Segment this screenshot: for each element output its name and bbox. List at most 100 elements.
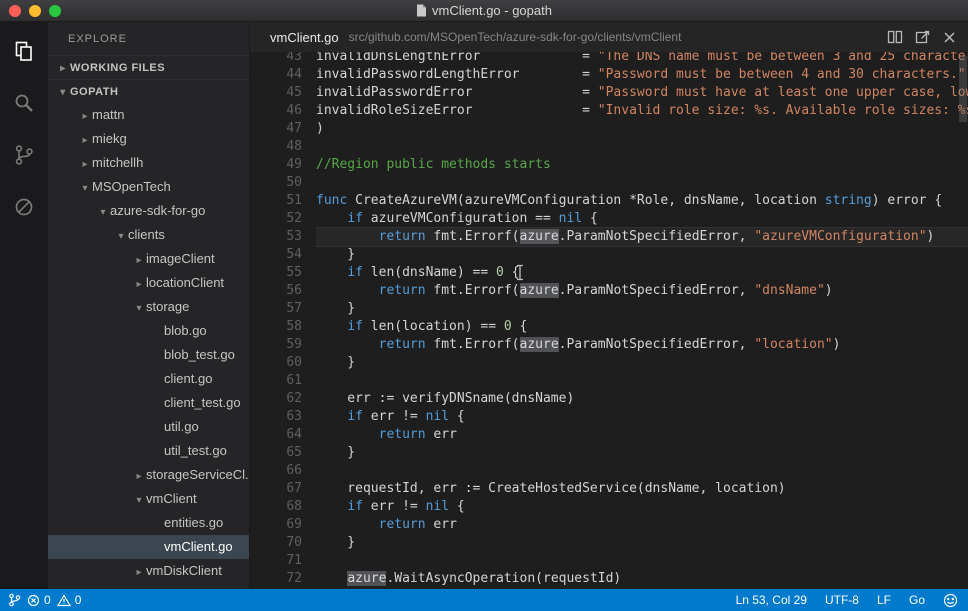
working-files-section-header[interactable]: ▸WORKING FILES (48, 55, 249, 79)
line-number[interactable]: 52 (250, 210, 316, 228)
code-line[interactable]: 51func CreateAzureVM(azureVMConfiguratio… (250, 192, 968, 210)
code-line[interactable]: 43invalidDnsLengthError = "The DNS name … (250, 52, 968, 66)
open-preview-button[interactable] (915, 29, 931, 45)
line-number[interactable]: 63 (250, 408, 316, 426)
line-number[interactable]: 47 (250, 120, 316, 138)
folder-item[interactable]: ▸mattn (48, 103, 249, 127)
file-item[interactable]: vmClient.go (48, 535, 249, 559)
line-number[interactable]: 67 (250, 480, 316, 498)
line-number[interactable]: 65 (250, 444, 316, 462)
folder-item[interactable]: ▸locationClient (48, 271, 249, 295)
code-line[interactable]: 58 if len(location) == 0 { (250, 318, 968, 336)
line-number[interactable]: 48 (250, 138, 316, 156)
folder-item[interactable]: ▸core (48, 583, 249, 589)
code-line[interactable]: 65 } (250, 444, 968, 462)
line-number[interactable]: 58 (250, 318, 316, 336)
code-line[interactable]: 67 requestId, err := CreateHostedService… (250, 480, 968, 498)
line-number[interactable]: 60 (250, 354, 316, 372)
line-number[interactable]: 44 (250, 66, 316, 84)
split-editor-button[interactable] (887, 29, 903, 45)
activity-explorer-button[interactable] (7, 34, 41, 68)
code-line[interactable]: 55 if len(dnsName) == 0 { (250, 264, 968, 282)
folder-item[interactable]: ▾storage (48, 295, 249, 319)
code-line[interactable]: 63 if err != nil { (250, 408, 968, 426)
line-number[interactable]: 70 (250, 534, 316, 552)
code-line[interactable]: 70 } (250, 534, 968, 552)
code-line[interactable]: 56 return fmt.Errorf(azure.ParamNotSpeci… (250, 282, 968, 300)
code-line[interactable]: 50 (250, 174, 968, 192)
eol-indicator[interactable]: LF (877, 593, 891, 607)
line-number[interactable]: 43 (250, 52, 316, 66)
line-number[interactable]: 61 (250, 372, 316, 390)
editor-body[interactable]: 43invalidDnsLengthError = "The DNS name … (250, 52, 968, 589)
code-line[interactable]: 72 azure.WaitAsyncOperation(requestId) (250, 570, 968, 588)
code-line[interactable]: 45invalidPasswordError = "Password must … (250, 84, 968, 102)
line-number[interactable]: 68 (250, 498, 316, 516)
activity-git-button[interactable] (7, 138, 41, 172)
file-item[interactable]: blob.go (48, 319, 249, 343)
line-number[interactable]: 72 (250, 570, 316, 588)
code-line[interactable]: 61 (250, 372, 968, 390)
editor-scrollbar[interactable] (958, 52, 968, 589)
code-line[interactable]: 53 return fmt.Errorf(azure.ParamNotSpeci… (250, 228, 968, 246)
folder-item[interactable]: ▾vmClient (48, 487, 249, 511)
code-line[interactable]: 48 (250, 138, 968, 156)
line-number[interactable]: 57 (250, 300, 316, 318)
file-item[interactable]: entities.go (48, 511, 249, 535)
code-line[interactable]: 64 return err (250, 426, 968, 444)
activity-search-button[interactable] (7, 86, 41, 120)
code-line[interactable]: 60 } (250, 354, 968, 372)
file-item[interactable]: util_test.go (48, 439, 249, 463)
code-line[interactable]: 49//Region public methods starts (250, 156, 968, 174)
file-item[interactable]: blob_test.go (48, 343, 249, 367)
folder-item[interactable]: ▸imageClient (48, 247, 249, 271)
line-number[interactable]: 66 (250, 462, 316, 480)
warning-count-button[interactable]: 0 (57, 593, 82, 607)
scrollbar-thumb[interactable] (959, 56, 967, 122)
line-number[interactable]: 64 (250, 426, 316, 444)
code-line[interactable]: 71 (250, 552, 968, 570)
folder-item[interactable]: ▸mitchellh (48, 151, 249, 175)
line-number[interactable]: 59 (250, 336, 316, 354)
code-line[interactable]: 44invalidPasswordLengthError = "Password… (250, 66, 968, 84)
line-number[interactable]: 54 (250, 246, 316, 264)
code-line[interactable]: 54 } (250, 246, 968, 264)
code-line[interactable]: 66 (250, 462, 968, 480)
code-line[interactable]: 62 err := verifyDNSname(dnsName) (250, 390, 968, 408)
cursor-position-indicator[interactable]: Ln 53, Col 29 (736, 593, 807, 607)
code-line[interactable]: 69 return err (250, 516, 968, 534)
file-item[interactable]: util.go (48, 415, 249, 439)
folder-item[interactable]: ▸miekg (48, 127, 249, 151)
gopath-section-header[interactable]: ▾GOPATH (48, 79, 249, 103)
code-line[interactable]: 46invalidRoleSizeError = "Invalid role s… (250, 102, 968, 120)
line-number[interactable]: 45 (250, 84, 316, 102)
file-item[interactable]: client.go (48, 367, 249, 391)
line-number[interactable]: 69 (250, 516, 316, 534)
git-status-button[interactable] (8, 593, 21, 607)
line-number[interactable]: 56 (250, 282, 316, 300)
folder-item[interactable]: ▾MSOpenTech (48, 175, 249, 199)
error-count-button[interactable]: 0 (27, 593, 51, 607)
close-editor-button[interactable] (943, 31, 956, 44)
code-line[interactable]: 47) (250, 120, 968, 138)
line-number[interactable]: 53 (250, 228, 316, 246)
line-number[interactable]: 71 (250, 552, 316, 570)
line-number[interactable]: 51 (250, 192, 316, 210)
line-number[interactable]: 50 (250, 174, 316, 192)
line-number[interactable]: 46 (250, 102, 316, 120)
code-line[interactable]: 68 if err != nil { (250, 498, 968, 516)
code-line[interactable]: 59 return fmt.Errorf(azure.ParamNotSpeci… (250, 336, 968, 354)
line-number[interactable]: 55 (250, 264, 316, 282)
folder-item[interactable]: ▾azure-sdk-for-go (48, 199, 249, 223)
feedback-button[interactable] (943, 593, 958, 608)
file-item[interactable]: client_test.go (48, 391, 249, 415)
language-mode-indicator[interactable]: Go (909, 593, 925, 607)
folder-item[interactable]: ▾clients (48, 223, 249, 247)
folder-item[interactable]: ▸storageServiceCl... (48, 463, 249, 487)
code-line[interactable]: 57 } (250, 300, 968, 318)
editor-title-bar[interactable]: vmClient.go src/github.com/MSOpenTech/az… (250, 22, 968, 52)
encoding-indicator[interactable]: UTF-8 (825, 593, 859, 607)
line-number[interactable]: 62 (250, 390, 316, 408)
code-line[interactable]: 52 if azureVMConfiguration == nil { (250, 210, 968, 228)
folder-item[interactable]: ▸vmDiskClient (48, 559, 249, 583)
